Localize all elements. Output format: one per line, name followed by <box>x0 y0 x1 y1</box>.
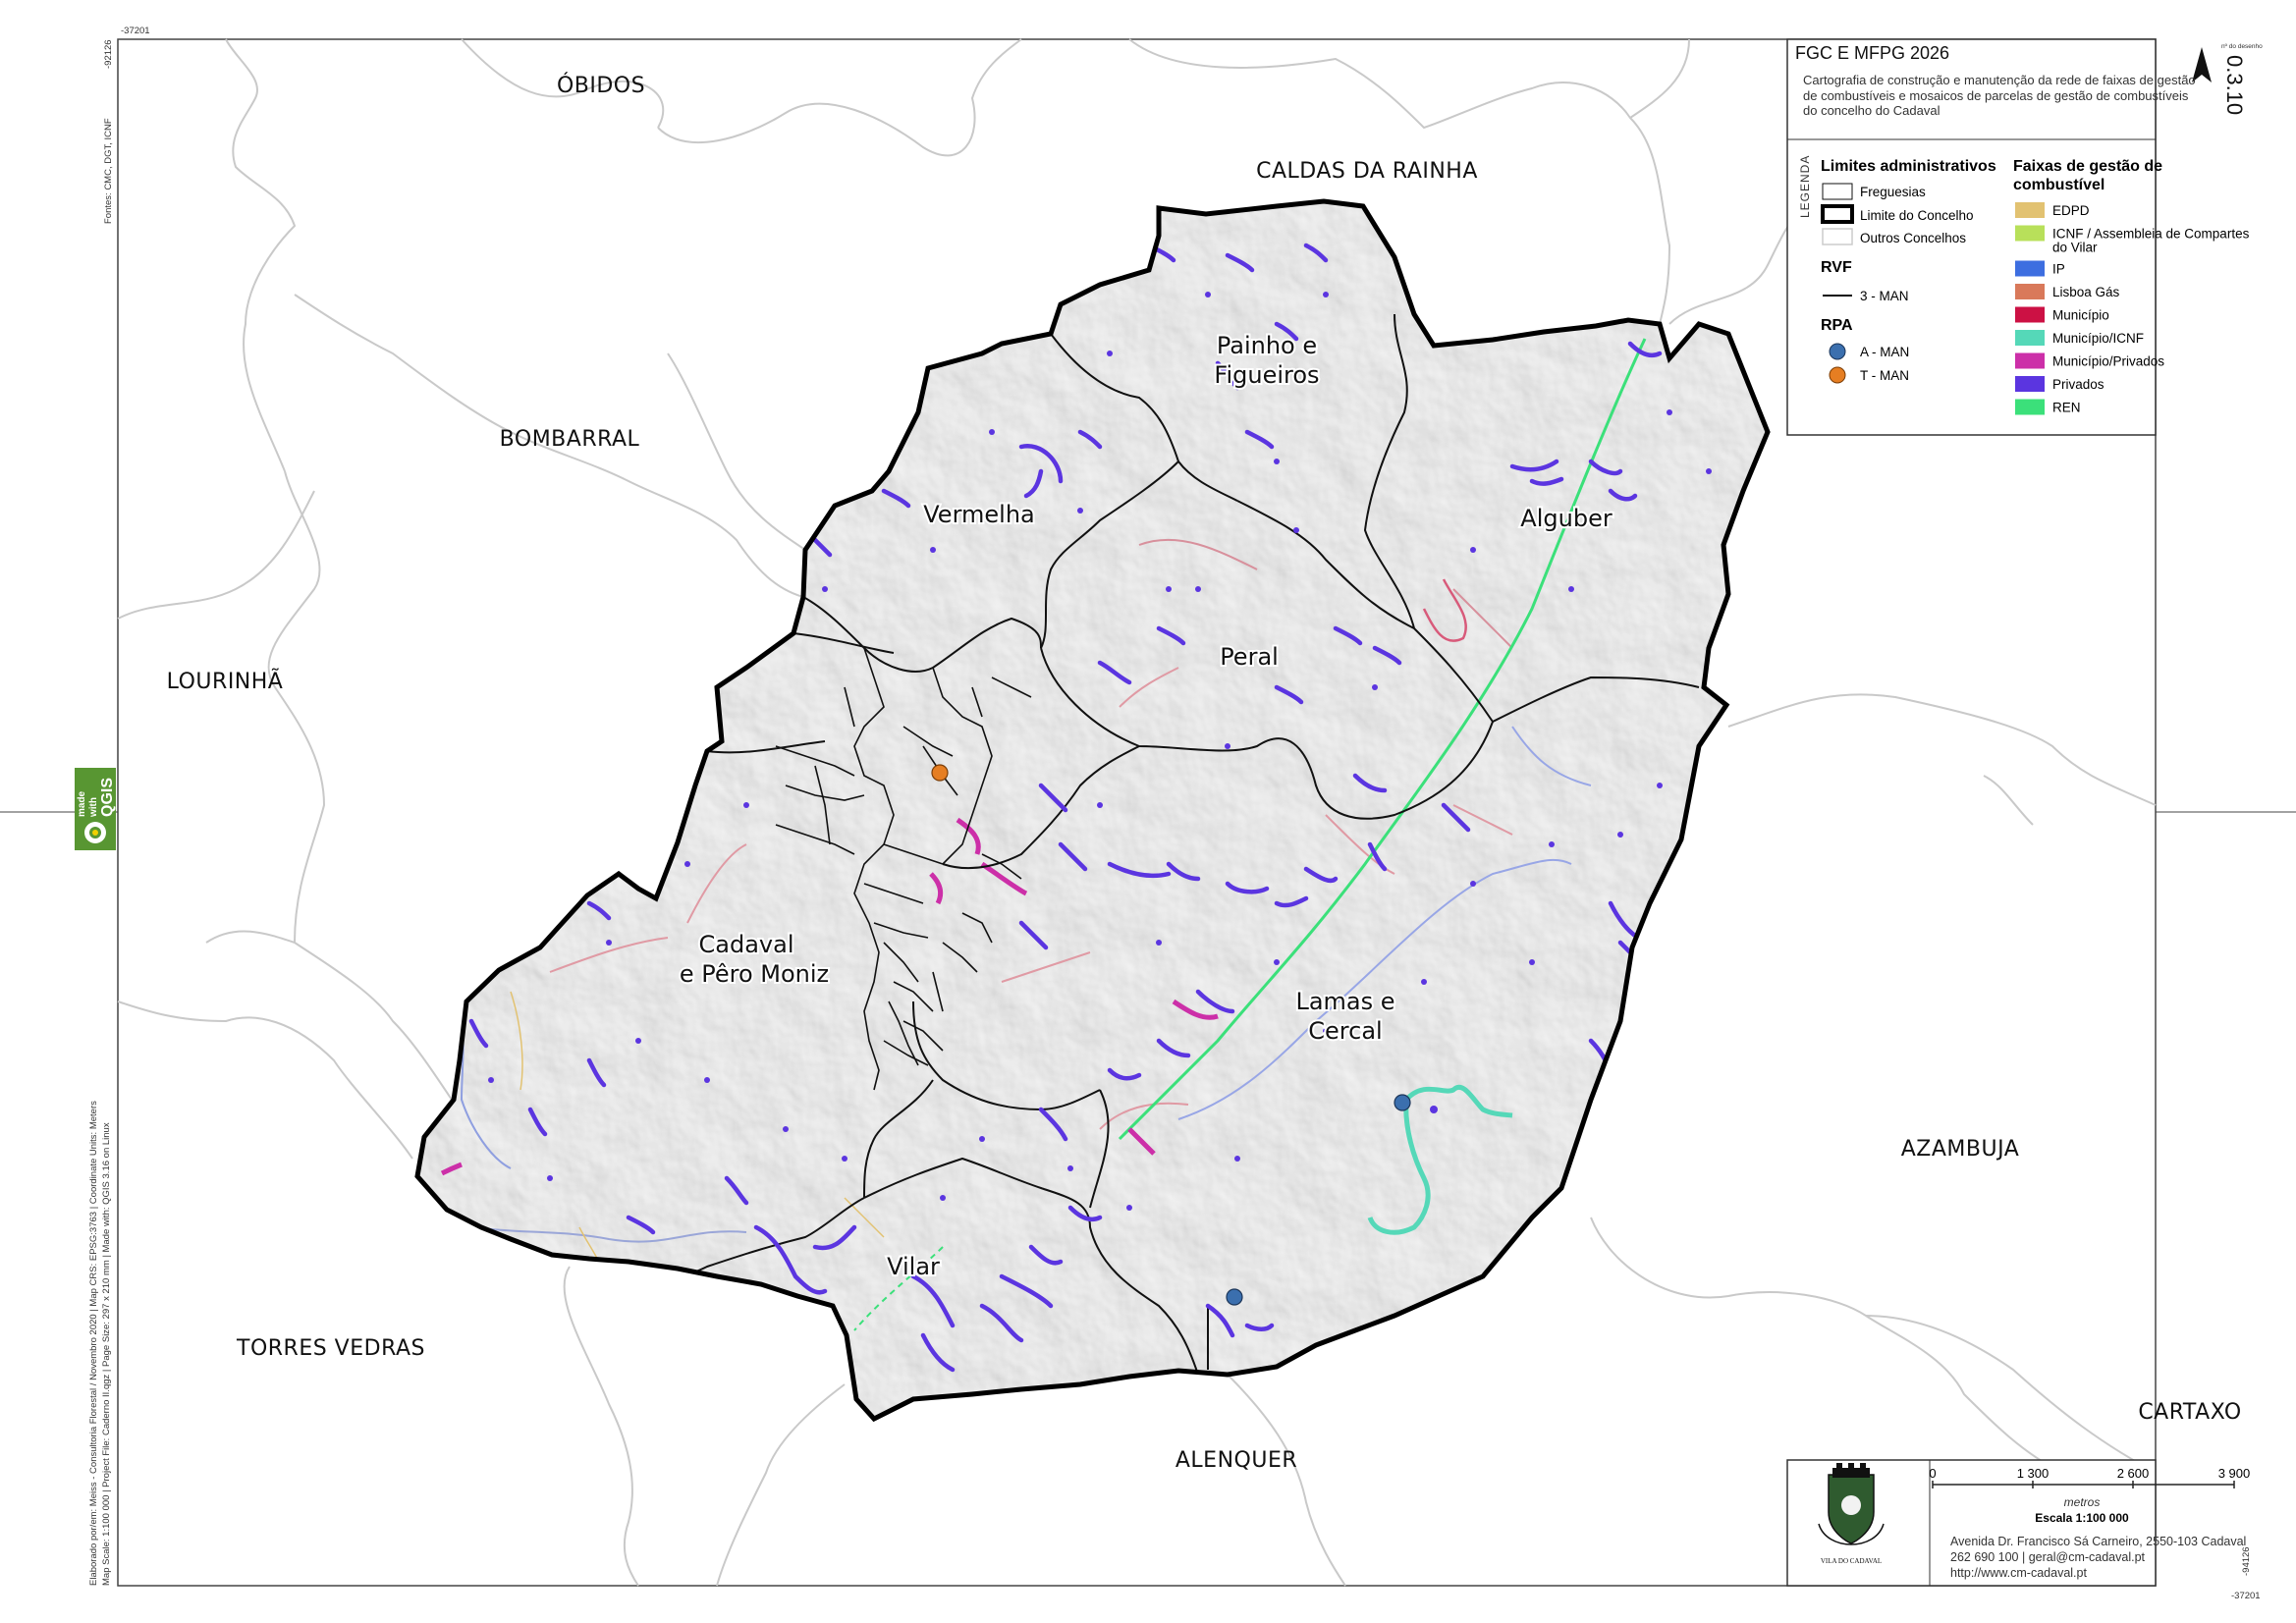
legend-faixa-label: IP <box>2052 262 2065 277</box>
legend-swatch <box>2015 260 2045 277</box>
frame-coordinate: -94126 <box>2241 1546 2252 1576</box>
legend-swatch <box>2015 306 2045 323</box>
rpa-a-man-point <box>1394 1094 1411 1111</box>
sources-note: Fontes: CMC, DGT, ICNF <box>103 118 114 224</box>
neighbor-label: TORRES VEDRAS <box>236 1336 425 1361</box>
legend-faixa-label: Lisboa Gás <box>2052 285 2120 299</box>
svg-text:made: made <box>77 790 87 817</box>
contact-address: Avenida Dr. Francisco Sá Carneiro, 2550-… <box>1950 1535 2246 1548</box>
drawing-number-label: nº do desenho <box>2221 43 2263 50</box>
legend-swatch-concelho <box>1821 204 1854 224</box>
svg-text:Outros Concelhos: Outros Concelhos <box>1860 231 1966 245</box>
frame-coordinate: -92126 <box>103 39 114 69</box>
legend-swatch <box>2015 202 2045 218</box>
neighbor-label: AZAMBUJA <box>1901 1137 2020 1162</box>
map-title: FGC E MFPG 2026 <box>1795 43 1949 63</box>
parish-label: Cadaval <box>699 931 794 958</box>
scale-tick: 1 300 <box>2017 1466 2050 1481</box>
legend-swatch <box>2015 284 2045 299</box>
contact-phone-email: 262 690 100 | geral@cm-cadaval.pt <box>1950 1550 2146 1564</box>
legend-swatch <box>2015 225 2045 242</box>
parish-label: Figueiros <box>1214 361 1319 389</box>
legend-faixa-label: ICNF / Assembleia de Compartes <box>2052 227 2250 242</box>
neighbor-label: BOMBARRAL <box>500 427 640 452</box>
parish-label: e Pêro Moniz <box>680 960 829 988</box>
legend-swatch <box>2015 330 2045 346</box>
svg-text:Limite do Concelho: Limite do Concelho <box>1860 208 1974 223</box>
parish-label: Peral <box>1220 643 1279 671</box>
legend-vertical-label: LEGENDA <box>1798 155 1812 218</box>
legend-swatch <box>2015 399 2045 415</box>
legend-faixa-label: Privados <box>2052 377 2105 392</box>
scale-tick: 3 900 <box>2218 1466 2251 1481</box>
rpa-a-man-point <box>1226 1288 1243 1306</box>
svg-text:QGIS: QGIS <box>99 778 116 817</box>
frame-coordinate: -37201 <box>121 26 150 36</box>
legend-panel: FGC E MFPG 2026 nº do desenho 0.3.10 Car… <box>1786 38 2263 436</box>
legend-swatch <box>2015 352 2045 369</box>
legend-faixa-label: Município/ICNF <box>2052 331 2144 346</box>
credits-line-1: Elaborado por/em: Meiss - Consultoria Fl… <box>88 1101 99 1586</box>
map-canvas: ÓBIDOS CALDAS DA RAINHA BOMBARRAL LOURIN… <box>0 26 2296 1601</box>
parish-label: Lamas e <box>1295 988 1394 1015</box>
drawing-number: 0.3.10 <box>2222 55 2247 115</box>
legend-faixa-label: Município <box>2052 308 2109 323</box>
scale-tick: 0 <box>1929 1466 1936 1481</box>
parish-label: Vermelha <box>923 501 1035 528</box>
neighbor-label: ALENQUER <box>1175 1448 1297 1473</box>
legend-swatch-outros <box>1822 228 1853 245</box>
legend-rpa-title: RPA <box>1821 317 1853 334</box>
legend-admin-title: Limites administrativos <box>1821 158 1996 175</box>
legend-swatch-freguesias <box>1822 183 1853 200</box>
frame-coordinate: -37201 <box>2231 1591 2261 1601</box>
neighbor-label: LOURINHÃ <box>167 668 284 694</box>
svg-text:with: with <box>88 797 99 818</box>
contact-web: http://www.cm-cadaval.pt <box>1950 1566 2087 1580</box>
neighbor-label: CALDAS DA RAINHA <box>1256 159 1478 184</box>
svg-text:VILA DO CADAVAL: VILA DO CADAVAL <box>1821 1557 1882 1565</box>
scale-panel: VILA DO CADAVAL 0 1 300 2 600 3 900 metr… <box>1786 1459 2251 1587</box>
legend-faixa-label: EDPD <box>2052 203 2090 218</box>
svg-text:3 - MAN: 3 - MAN <box>1860 289 1909 303</box>
legend-swatch <box>2015 376 2045 392</box>
svg-text:Freguesias: Freguesias <box>1860 185 1926 199</box>
parish-label: Vilar <box>887 1253 940 1280</box>
neighbor-label: CARTAXO <box>2138 1400 2241 1425</box>
parish-label: Painho e <box>1217 332 1317 359</box>
legend-faixa-label: REN <box>2052 401 2081 415</box>
legend-rvf-title: RVF <box>1821 259 1852 276</box>
legend-faixa-label: do Vilar <box>2052 241 2098 255</box>
rpa-t-man-point <box>931 764 949 782</box>
legend-faixas-title: Faixas de gestão de <box>2013 158 2162 175</box>
parish-label: Cercal <box>1308 1017 1382 1045</box>
svg-text:combustível: combustível <box>2013 177 2105 193</box>
credits-line-2: Map Scale: 1:100 000 | Project File: Cad… <box>101 1122 112 1586</box>
neighbor-label: ÓBIDOS <box>557 73 645 98</box>
qgis-badge: made with QGIS <box>75 768 116 850</box>
scale-tick: 2 600 <box>2117 1466 2150 1481</box>
svg-text:T - MAN: T - MAN <box>1860 368 1909 383</box>
scale-label: Escala 1:100 000 <box>2035 1511 2129 1525</box>
map-subtitle: Cartografia de construção e manutenção d… <box>1803 73 2196 118</box>
svg-text:A - MAN: A - MAN <box>1860 345 1909 359</box>
parish-label: Alguber <box>1520 505 1613 532</box>
scale-unit: metros <box>2064 1495 2101 1509</box>
legend-faixa-label: Município/Privados <box>2052 354 2164 369</box>
